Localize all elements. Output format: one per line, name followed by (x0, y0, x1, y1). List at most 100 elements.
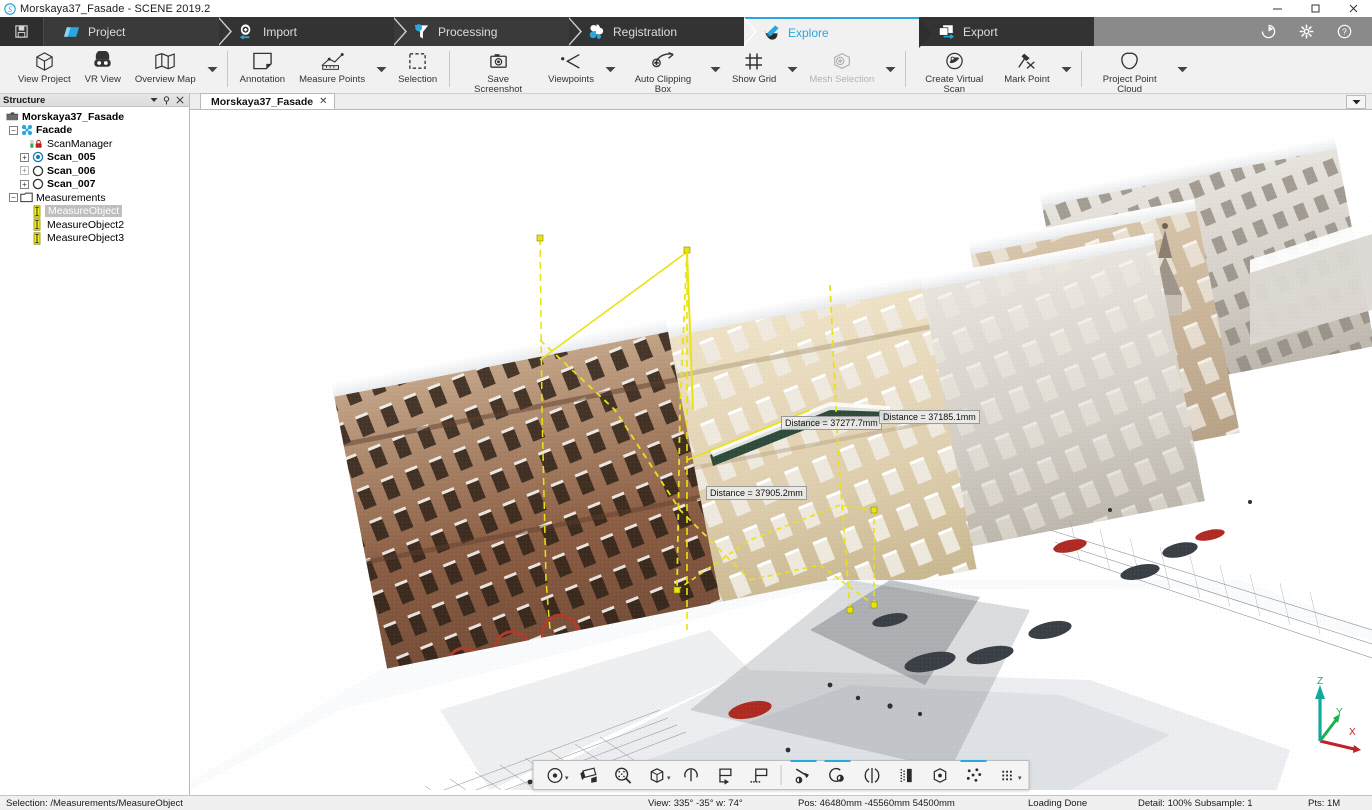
mark-point-button[interactable]: Mark Point (997, 47, 1056, 85)
save-project-button[interactable] (0, 17, 44, 46)
tree-item-facade[interactable]: − Facade (3, 124, 189, 138)
tab-chevron-icon (569, 17, 582, 46)
show-grid-caret[interactable] (783, 47, 802, 91)
navigation-mode-button[interactable]: ▾ (538, 761, 572, 789)
project-point-cloud-button[interactable]: Project Point Cloud (1087, 47, 1173, 95)
ribbon-tab-project[interactable]: Project (44, 17, 232, 46)
virtual-scan-icon (944, 50, 965, 72)
scan-position-icon (795, 768, 809, 783)
panel-close-button[interactable] (173, 95, 186, 106)
show-grid-button[interactable]: Show Grid (725, 47, 783, 85)
clipping-button[interactable] (855, 761, 889, 789)
tree-label: Measurements (36, 191, 106, 204)
close-icon[interactable]: ✕ (318, 96, 328, 107)
tab-overflow-button[interactable] (1346, 95, 1366, 109)
expander-toggle[interactable]: − (8, 125, 19, 136)
expander-toggle[interactable]: + (19, 152, 30, 163)
tree-item-measureobject2[interactable]: MeasureObject2 (3, 218, 189, 232)
save-screenshot-label: Save Screenshot (474, 74, 523, 95)
3d-viewport[interactable]: Distance = 37277.7mm Distance = 37185.1m… (190, 110, 1372, 795)
auto-clipping-box-caret[interactable] (706, 47, 725, 91)
mark-point-label: Mark Point (1004, 74, 1050, 85)
intensity-button[interactable] (889, 761, 923, 789)
ribbon-tab-import[interactable]: Import (219, 17, 407, 46)
tree-label: ScanManager (47, 137, 113, 150)
ribbon-tab-processing[interactable]: Processing (394, 17, 582, 46)
scan-positions-button[interactable] (787, 760, 821, 789)
reset-view-button[interactable] (674, 761, 708, 789)
ribbon-tab-registration[interactable]: Registration (569, 17, 757, 46)
viewpoints-button[interactable]: Viewpoints (541, 47, 601, 85)
tree-item-scan-005[interactable]: + Scan_005 (3, 151, 189, 165)
measurement-label: Distance = 37185.1mm (879, 410, 980, 424)
panel-pin-button[interactable] (160, 95, 173, 106)
chevron-down-icon (376, 66, 387, 72)
tree-item-project-root[interactable]: Morskaya37_Fasade (3, 110, 189, 124)
selection-button[interactable]: Selection (391, 47, 444, 85)
tree-item-scanmanager[interactable]: ScanManager (3, 137, 189, 151)
panel-menu-button[interactable] (147, 95, 160, 106)
expander-toggle[interactable]: + (19, 165, 30, 176)
help-icon[interactable]: ? (1334, 22, 1354, 42)
tree-item-scan-007[interactable]: + Scan_007 (3, 178, 189, 192)
explore-pen-icon (764, 24, 779, 40)
refresh-icon[interactable] (1258, 22, 1278, 42)
minimize-button[interactable] (1258, 0, 1296, 17)
redo-view-button[interactable] (742, 761, 776, 789)
tab-chevron-icon (394, 17, 407, 46)
mesh-selection-caret[interactable] (881, 47, 900, 91)
overview-map-caret[interactable] (203, 47, 222, 91)
tree-item-scan-006[interactable]: + Scan_006 (3, 164, 189, 178)
ribbon-tab-explore-label: Explore (788, 25, 829, 40)
chevron-down-icon[interactable]: ▾ (565, 774, 569, 782)
point-size-button[interactable] (957, 760, 991, 789)
scan-spheres-button[interactable] (821, 760, 855, 789)
bounding-box-button[interactable] (923, 761, 957, 789)
tree-item-measurements[interactable]: − Measurements (3, 191, 189, 205)
annotation-button[interactable]: Annotation (233, 47, 292, 85)
chevron-down-icon (605, 66, 616, 72)
measure-points-caret[interactable] (372, 47, 391, 91)
undo-flag-icon (719, 768, 732, 785)
ribbon-right-area: ? (1094, 17, 1372, 46)
tree-label: MeasureObject (45, 205, 123, 218)
title-bar: S Morskaya37_Fasade - SCENE 2019.2 (0, 0, 1372, 17)
measurement-label: Distance = 37277.7mm (781, 416, 882, 430)
close-button[interactable] (1334, 0, 1372, 17)
project-point-cloud-caret[interactable] (1173, 47, 1192, 91)
expander-toggle[interactable]: − (8, 192, 19, 203)
view-preset-button[interactable]: ▾ (640, 761, 674, 789)
chevron-down-icon[interactable]: ▾ (1018, 774, 1022, 782)
chevron-down-icon[interactable]: ▾ (667, 774, 671, 782)
gear-icon[interactable] (1296, 22, 1316, 42)
camera-icon (488, 50, 509, 72)
save-screenshot-button[interactable]: Save Screenshot (455, 47, 541, 95)
vr-view-button[interactable]: VR View (78, 47, 128, 85)
undo-view-button[interactable] (708, 761, 742, 789)
svg-text:Y: Y (1336, 707, 1343, 718)
document-tab-bar: Morskaya37_Fasade ✕ (190, 93, 1372, 110)
viewpoints-caret[interactable] (601, 47, 620, 91)
point-cloud-icon (966, 767, 981, 782)
document-tab-morskaya37[interactable]: Morskaya37_Fasade ✕ (200, 93, 335, 109)
processing-funnel-icon (414, 23, 429, 39)
tree-item-measureobject[interactable]: MeasureObject (3, 205, 189, 219)
walk-mode-button[interactable] (572, 761, 606, 789)
tree-item-measureobject3[interactable]: MeasureObject3 (3, 232, 189, 246)
grid-display-button[interactable]: ▾ (991, 761, 1025, 789)
expander-toggle[interactable]: + (19, 179, 30, 190)
ribbon-tab-explore[interactable]: Explore (744, 17, 932, 48)
create-virtual-scan-button[interactable]: Create Virtual Scan (911, 47, 997, 95)
status-view: View: 335° -35° w: 74° (648, 797, 743, 809)
show-grid-label: Show Grid (731, 74, 777, 85)
overview-map-button[interactable]: Overview Map (128, 47, 203, 85)
auto-clipping-box-button[interactable]: Auto Clipping Box (620, 47, 706, 95)
maximize-button[interactable] (1296, 0, 1334, 17)
ribbon-tab-export[interactable]: Export (919, 17, 1094, 46)
measure-points-button[interactable]: Measure Points (292, 47, 372, 85)
mark-point-caret[interactable] (1057, 47, 1076, 91)
mesh-selection-icon (831, 50, 853, 72)
view-project-label: View Project (18, 74, 71, 85)
zoom-button[interactable] (606, 761, 640, 789)
view-project-button[interactable]: View Project (11, 47, 78, 85)
